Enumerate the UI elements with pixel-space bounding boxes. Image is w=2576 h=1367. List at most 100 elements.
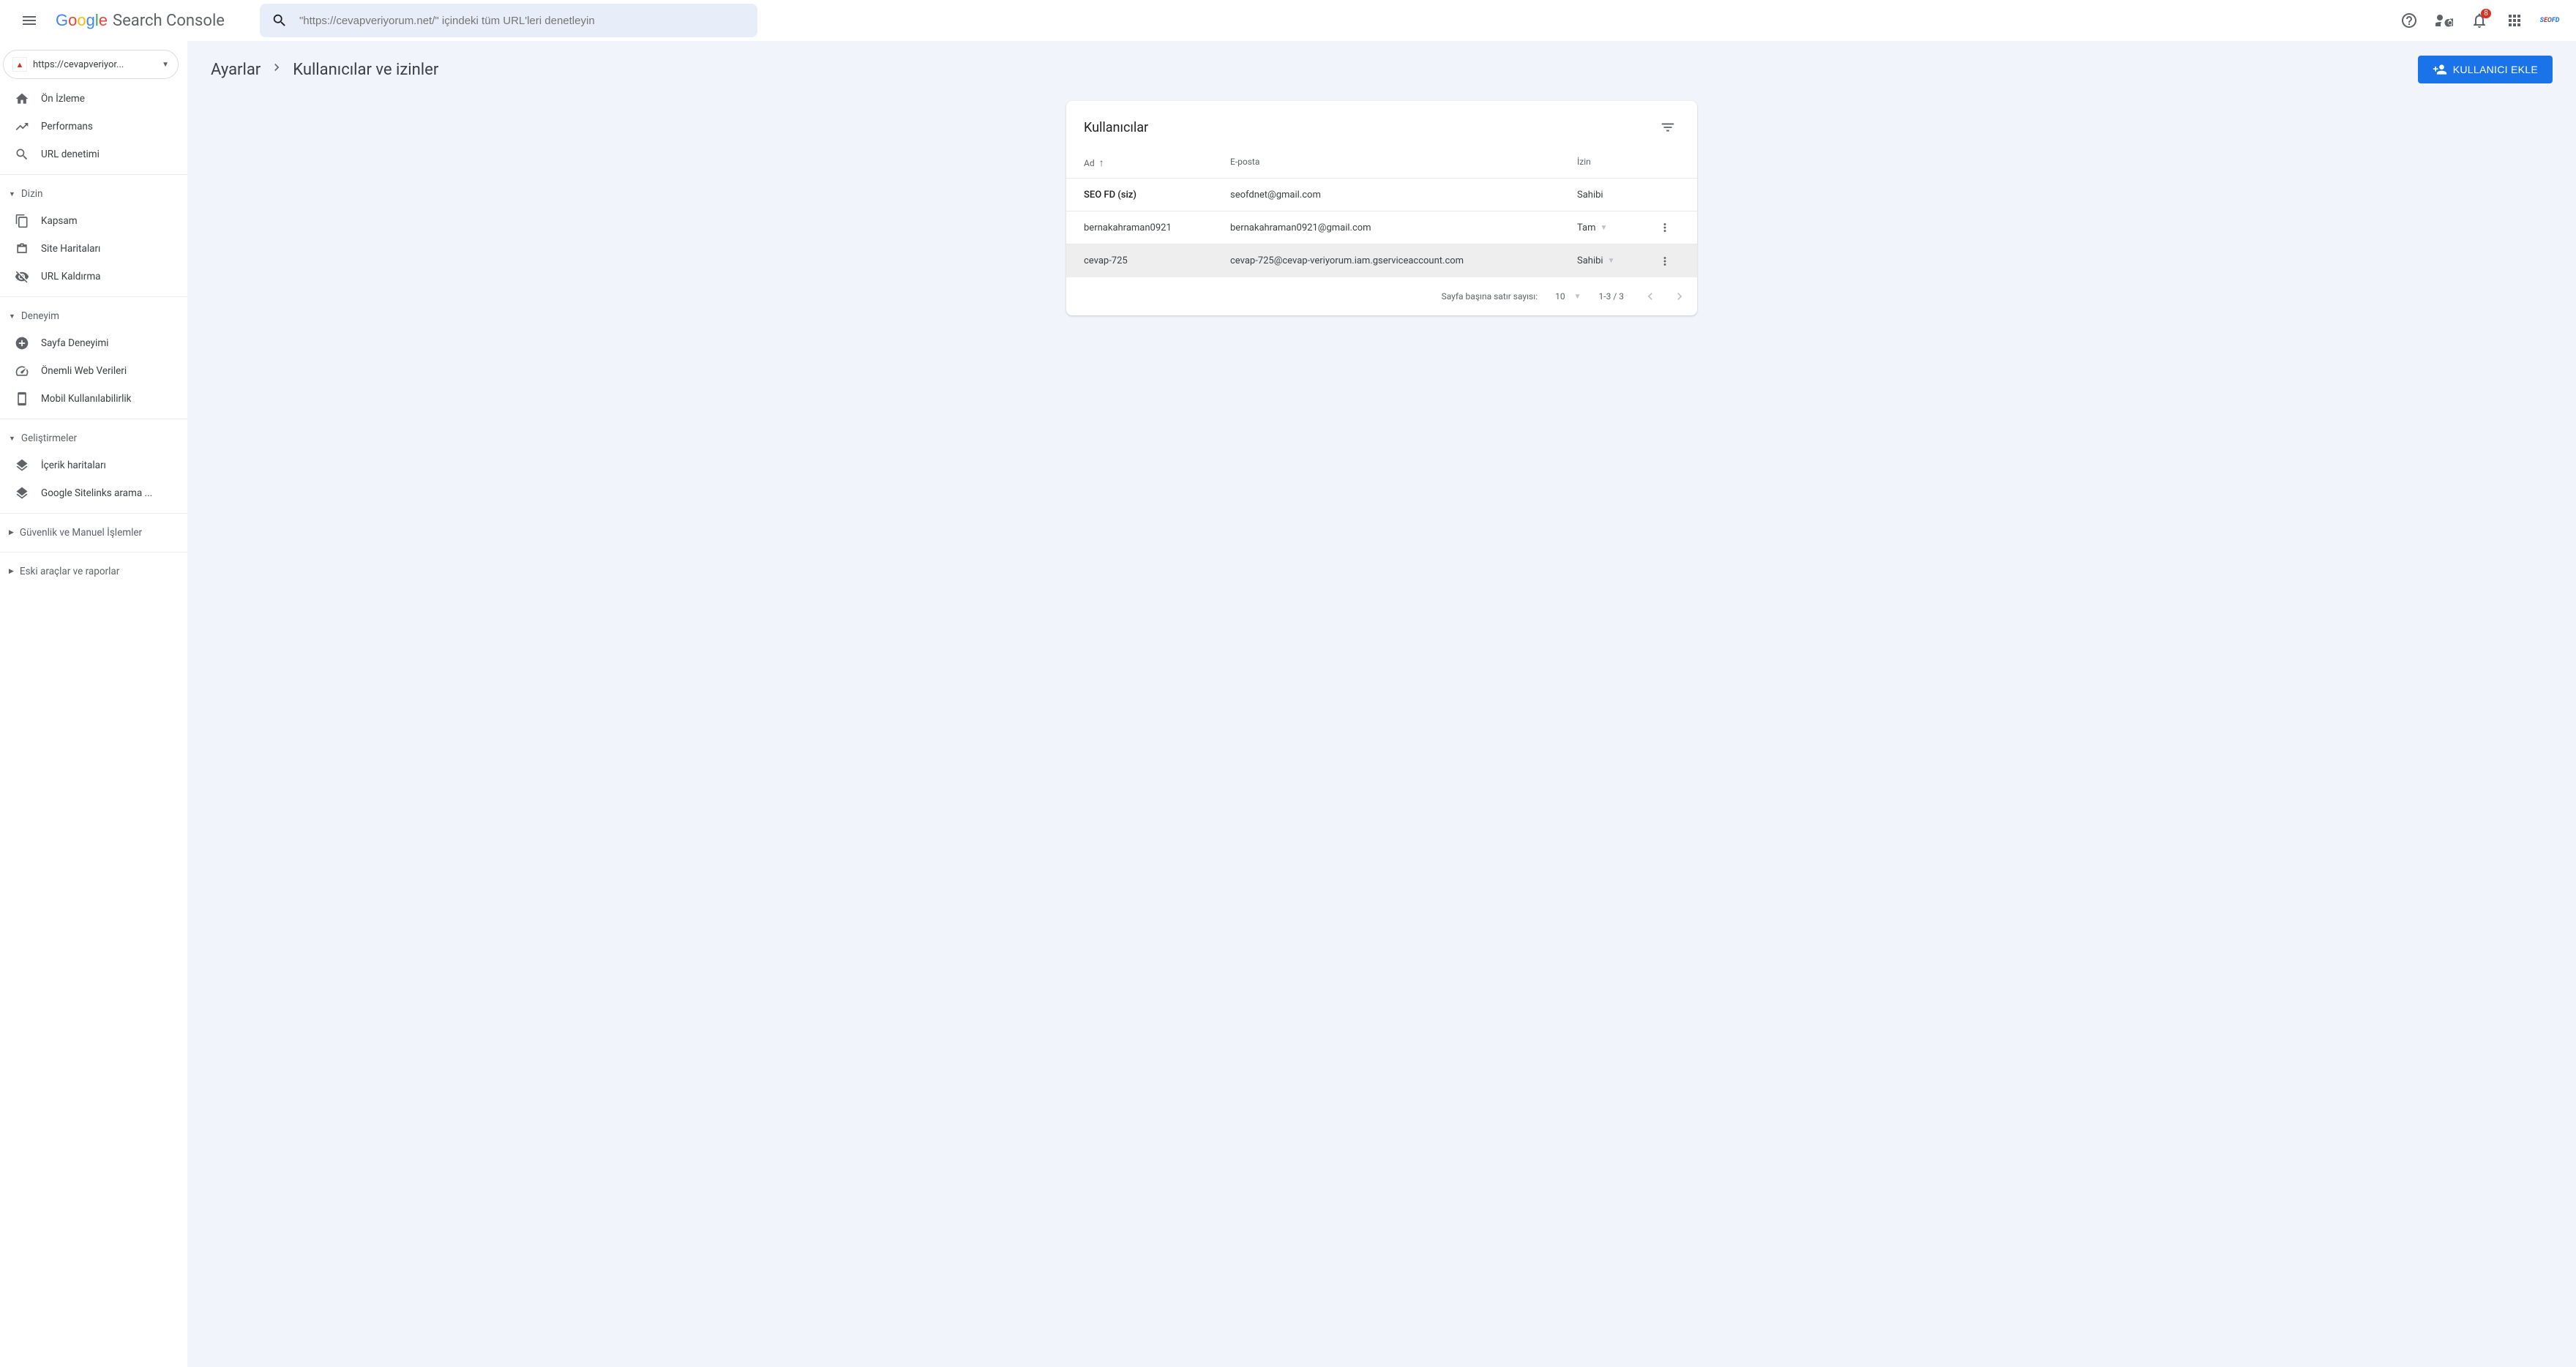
nav-group-experience[interactable]: ▼Deneyim [0,303,187,329]
logo-text: Search Console [113,12,225,30]
nav-coverage[interactable]: Kapsam [0,207,179,235]
property-selector[interactable]: ▲ https://cevapveriyor... ▼ [3,50,179,79]
chevron-left-icon [1643,289,1658,304]
search-input[interactable] [299,15,746,27]
column-header-permission[interactable]: İzin [1577,157,1650,169]
user-settings-button[interactable] [2430,6,2459,35]
filter-list-icon [1660,119,1676,135]
svg-text:Google: Google [56,12,108,29]
triangle-down-icon: ▼ [9,312,15,321]
cell-name: SEO FD (siz) [1084,190,1230,201]
more-vert-icon [1658,255,1671,268]
card-title: Kullanıcılar [1084,120,1148,135]
circle-plus-icon [15,336,29,351]
column-header-email[interactable]: E-posta [1230,157,1577,169]
row-menu-button[interactable] [1650,221,1680,234]
cell-email: cevap-725@cevap-veriyorum.iam.gserviceac… [1230,255,1577,266]
page-header: Ayarlar Kullanıcılar ve izinler KULLANIC… [187,41,2576,95]
table-footer: Sayfa başına satır sayısı: 10 ▼ 1-3 / 3 [1066,277,1697,315]
nav-overview[interactable]: Ön İzleme [0,85,179,113]
nav-sitemaps[interactable]: Site Haritaları [0,235,179,263]
triangle-down-icon: ▼ [9,190,15,198]
visibility-off-icon [15,269,29,284]
app-header: Google Search Console 8 SEOFD [0,0,2576,41]
triangle-right-icon: ▶ [9,529,14,536]
apps-grid-icon [2506,12,2523,29]
layers-icon [15,486,29,501]
nav-page-experience[interactable]: Sayfa Deneyimi [0,329,179,357]
triangle-down-icon: ▼ [1574,293,1581,301]
users-card: Kullanıcılar Ad ↑ E-posta İzin [1066,101,1697,315]
triangle-right-icon: ▶ [9,568,14,575]
smartphone-icon [15,392,29,406]
arrow-up-icon: ↑ [1099,157,1104,169]
url-inspect-search[interactable] [260,4,757,37]
property-url: https://cevapveriyor... [33,59,156,70]
logo[interactable]: Google Search Console [56,12,225,30]
home-icon [15,91,29,106]
nav-group-enhancements[interactable]: ▼Geliştirmeler [0,425,187,452]
cell-name: cevap-725 [1084,255,1230,266]
nav-breadcrumbs[interactable]: İçerik haritaları [0,452,179,479]
cell-name: bernakahraman0921 [1084,222,1230,233]
rows-per-page-select[interactable]: 10 ▼ [1555,291,1581,302]
notification-badge: 8 [2481,9,2491,18]
next-page-button[interactable] [1671,288,1688,305]
filter-button[interactable] [1656,116,1680,139]
more-vert-icon [1658,221,1671,234]
cell-email: bernakahraman0921@gmail.com [1230,222,1577,233]
search-icon [15,147,29,162]
column-header-name[interactable]: Ad ↑ [1084,157,1230,169]
table-row[interactable]: bernakahraman0921 bernakahraman0921@gmai… [1066,211,1697,244]
users-table: Ad ↑ E-posta İzin SEO FD (siz) seofdnet@… [1066,148,1697,315]
table-header-row: Ad ↑ E-posta İzin [1066,148,1697,179]
nav-sitelinks-searchbox[interactable]: Google Sitelinks arama ... [0,479,179,507]
google-logo-icon: Google [56,12,110,29]
nav-mobile-usability[interactable]: Mobil Kullanılabilirlik [0,385,179,413]
nav-group-security[interactable]: ▶Güvenlik ve Manuel İşlemler [0,520,187,546]
breadcrumb-parent[interactable]: Ayarlar [211,61,261,79]
nav-group-legacy[interactable]: ▶Eski araçlar ve raporlar [0,558,187,585]
nav-removals[interactable]: URL Kaldırma [0,263,179,291]
nav-core-web-vitals[interactable]: Önemli Web Verileri [0,357,179,385]
menu-button[interactable] [12,3,47,38]
cell-permission: Sahibi [1577,190,1650,201]
property-favicon: ▲ [12,57,27,72]
main-content: Ayarlar Kullanıcılar ve izinler KULLANIC… [187,41,2576,1367]
avatar: SEOFD [2538,9,2561,32]
table-row[interactable]: cevap-725 cevap-725@cevap-veriyorum.iam.… [1066,244,1697,277]
search-icon [272,12,288,29]
trending-icon [15,119,29,134]
copy-icon [15,214,29,228]
person-add-icon [2433,62,2447,77]
add-user-button[interactable]: KULLANICI EKLE [2418,56,2553,83]
help-icon [2400,12,2418,29]
chevron-right-icon [1672,289,1687,304]
chevron-right-icon [269,60,284,79]
account-button[interactable]: SEOFD [2535,6,2564,35]
sidebar: ▲ https://cevapveriyor... ▼ Ön İzleme Pe… [0,41,187,1367]
hamburger-icon [20,12,38,29]
row-menu-button[interactable] [1650,255,1680,268]
prev-page-button[interactable] [1641,288,1659,305]
apps-button[interactable] [2500,6,2529,35]
table-row[interactable]: SEO FD (siz) seofdnet@gmail.com Sahibi [1066,179,1697,211]
breadcrumb-current: Kullanıcılar ve izinler [293,61,438,79]
layers-icon [15,458,29,473]
nav-url-inspection[interactable]: URL denetimi [0,141,179,168]
rows-per-page-label: Sayfa başına satır sayısı: [1442,291,1538,302]
cell-email: seofdnet@gmail.com [1230,190,1577,201]
pagination-range: 1-3 / 3 [1599,291,1624,302]
help-button[interactable] [2395,6,2424,35]
triangle-down-icon: ▼ [1608,257,1615,265]
cell-permission[interactable]: Tam▼ [1577,222,1650,233]
chevron-down-icon: ▼ [162,61,169,69]
nav-performance[interactable]: Performans [0,113,179,141]
triangle-down-icon: ▼ [1600,224,1608,232]
notifications-button[interactable]: 8 [2465,6,2494,35]
person-gear-icon [2435,12,2453,29]
header-actions: 8 SEOFD [2395,6,2564,35]
nav-group-index[interactable]: ▼Dizin [0,181,187,207]
cell-permission[interactable]: Sahibi▼ [1577,255,1650,266]
triangle-down-icon: ▼ [9,435,15,443]
